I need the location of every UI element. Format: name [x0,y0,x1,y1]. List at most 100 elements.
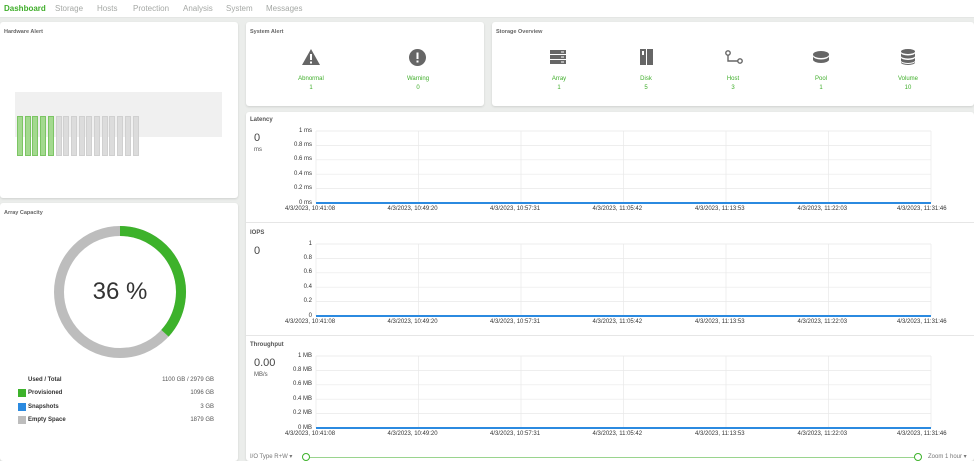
empty-space-value: 1879 GB [190,417,214,423]
io-type-dropdown[interactable]: I/O Type R+W ▾ [250,453,292,460]
storage-overview-title: Storage Overview [496,29,543,35]
throughput-x-tick-label: 4/3/2023, 10:49:20 [387,431,438,437]
hardware-slot-filled[interactable] [17,116,23,156]
throughput-y-tick-label: 0.8 MB [292,366,312,373]
hardware-slot-empty[interactable] [55,116,62,156]
pool-count: 1 [819,85,823,91]
latency-x-tick-label: 4/3/2023, 11:22:03 [797,206,848,212]
volume-label: Volume [897,76,918,82]
zoom-slider-end-handle[interactable] [914,453,922,461]
host-icon [725,50,743,64]
iops-x-tick-label: 4/3/2023, 10:41:08 [285,319,336,325]
zoom-dropdown[interactable]: Zoom 1 hour ▾ [928,453,967,460]
nav-analysis[interactable]: Analysis [183,4,213,13]
host-label: Host [726,76,740,82]
chart-divider [246,222,974,223]
zoom-slider-track[interactable] [306,457,918,458]
throughput-x-tick-label: 4/3/2023, 11:13:53 [695,431,745,437]
latency-y-tick-label: 0.2 ms [293,185,312,192]
array-capacity-panel: Array Capacity 36 % Used / Total 1100 GB… [0,203,238,461]
hardware-alert-panel: Hardware Alert [0,22,238,198]
used-total-row: Used / Total 1100 GB / 2979 GB [18,376,218,385]
iops-x-tick-label: 4/3/2023, 10:57:31 [490,319,541,325]
latency-y-tick-label: 0 ms [298,199,312,206]
warning-label: Warning [406,76,430,82]
iops-y-tick-label: 0.6 [303,269,312,276]
throughput-x-tick-label: 4/3/2023, 10:57:31 [490,431,541,437]
disk-count: 5 [644,85,648,91]
chart-divider [246,335,974,336]
empty-space-swatch [18,416,26,424]
capacity-percent: 36 % [92,278,148,305]
hardware-slot-filled[interactable] [47,116,54,156]
iops-y-tick-label: 0.4 [303,283,312,290]
latency-x-tick-label: 4/3/2023, 10:49:20 [387,206,438,212]
host-count: 3 [731,85,735,91]
exclamation-circle-icon [409,49,426,66]
iops-x-tick-label: 4/3/2023, 11:31:46 [897,319,947,325]
volume-count: 10 [904,85,912,91]
nav-dashboard[interactable]: Dashboard [4,4,46,13]
hardware-slot-empty[interactable] [94,116,100,156]
used-total-value: 1100 GB / 2979 GB [162,377,214,383]
snapshots-value: 3 GB [200,404,214,410]
warning-triangle-icon [302,49,320,65]
hardware-slot-empty[interactable] [63,116,70,156]
legend-empty-space: Empty Space 1879 GB [18,416,218,425]
latency-y-tick-label: 0.6 ms [293,156,312,163]
zoom-slider-start-handle[interactable] [302,453,310,461]
hardware-slot-filled[interactable] [40,116,47,156]
throughput-y-tick-label: 0.6 MB [292,381,312,388]
hardware-slot-empty[interactable] [78,116,85,156]
abnormal-count: 1 [309,85,313,91]
throughput-y-tick-label: 0 MB [297,424,312,431]
nav-protection[interactable]: Protection [133,4,169,13]
nav-system[interactable]: System [226,4,253,13]
hardware-slot-empty[interactable] [117,116,124,156]
throughput-x-tick-label: 4/3/2023, 11:31:46 [897,431,947,437]
iops-y-tick-label: 1 [308,240,312,247]
hardware-slot-empty[interactable] [101,116,108,156]
iops-y-tick-label: 0.8 [303,254,312,261]
pool-label: Pool [814,76,827,82]
system-alert-title: System Alert [250,29,284,35]
hardware-slot-filled[interactable] [32,116,39,156]
throughput-x-tick-label: 4/3/2023, 11:05:42 [592,431,643,437]
provisioned-label: Provisioned [28,390,63,396]
hardware-slot-empty[interactable] [124,116,131,156]
nav-hosts[interactable]: Hosts [97,4,117,13]
iops-x-tick-label: 4/3/2023, 11:05:42 [592,319,643,325]
iops-x-tick-label: 4/3/2023, 10:49:20 [387,319,438,325]
hardware-slot-empty[interactable] [132,116,139,156]
throughput-y-tick-label: 0.4 MB [292,395,312,402]
volume-icon [901,49,915,65]
used-total-label: Used / Total [28,377,62,383]
disk-label: Disk [640,76,652,82]
hardware-slot-empty[interactable] [109,116,116,156]
hardware-slot-filled[interactable] [24,116,31,156]
snapshots-swatch [18,403,26,411]
latency-y-tick-label: 0.8 ms [293,141,312,148]
warning-count: 0 [416,85,420,91]
top-nav: Dashboard Storage Hosts Protection Analy… [0,0,974,18]
latency-x-tick-label: 4/3/2023, 11:13:53 [695,206,745,212]
iops-y-tick-label: 0 [308,312,312,319]
provisioned-swatch [18,389,26,397]
latency-x-tick-label: 4/3/2023, 10:41:08 [285,206,336,212]
latency-x-tick-label: 4/3/2023, 11:05:42 [592,206,643,212]
iops-x-tick-label: 4/3/2023, 11:13:53 [695,319,745,325]
latency-y-tick-label: 1 ms [298,127,312,134]
nav-messages[interactable]: Messages [266,4,302,13]
iops-x-tick-label: 4/3/2023, 11:22:03 [797,319,848,325]
hardware-slot-empty[interactable] [86,116,93,156]
nav-storage[interactable]: Storage [55,4,83,13]
iops-y-tick-label: 0.2 [303,298,312,305]
latency-y-tick-label: 0.4 ms [293,170,312,177]
legend-provisioned: Provisioned 1096 GB [18,389,218,398]
empty-space-label: Empty Space [28,417,66,423]
hardware-slot-empty[interactable] [70,116,77,156]
throughput-x-tick-label: 4/3/2023, 11:22:03 [797,431,848,437]
array-label: Array [551,76,567,82]
hardware-alert-title: Hardware Alert [4,29,43,35]
latency-x-tick-label: 4/3/2023, 10:57:31 [490,206,541,212]
